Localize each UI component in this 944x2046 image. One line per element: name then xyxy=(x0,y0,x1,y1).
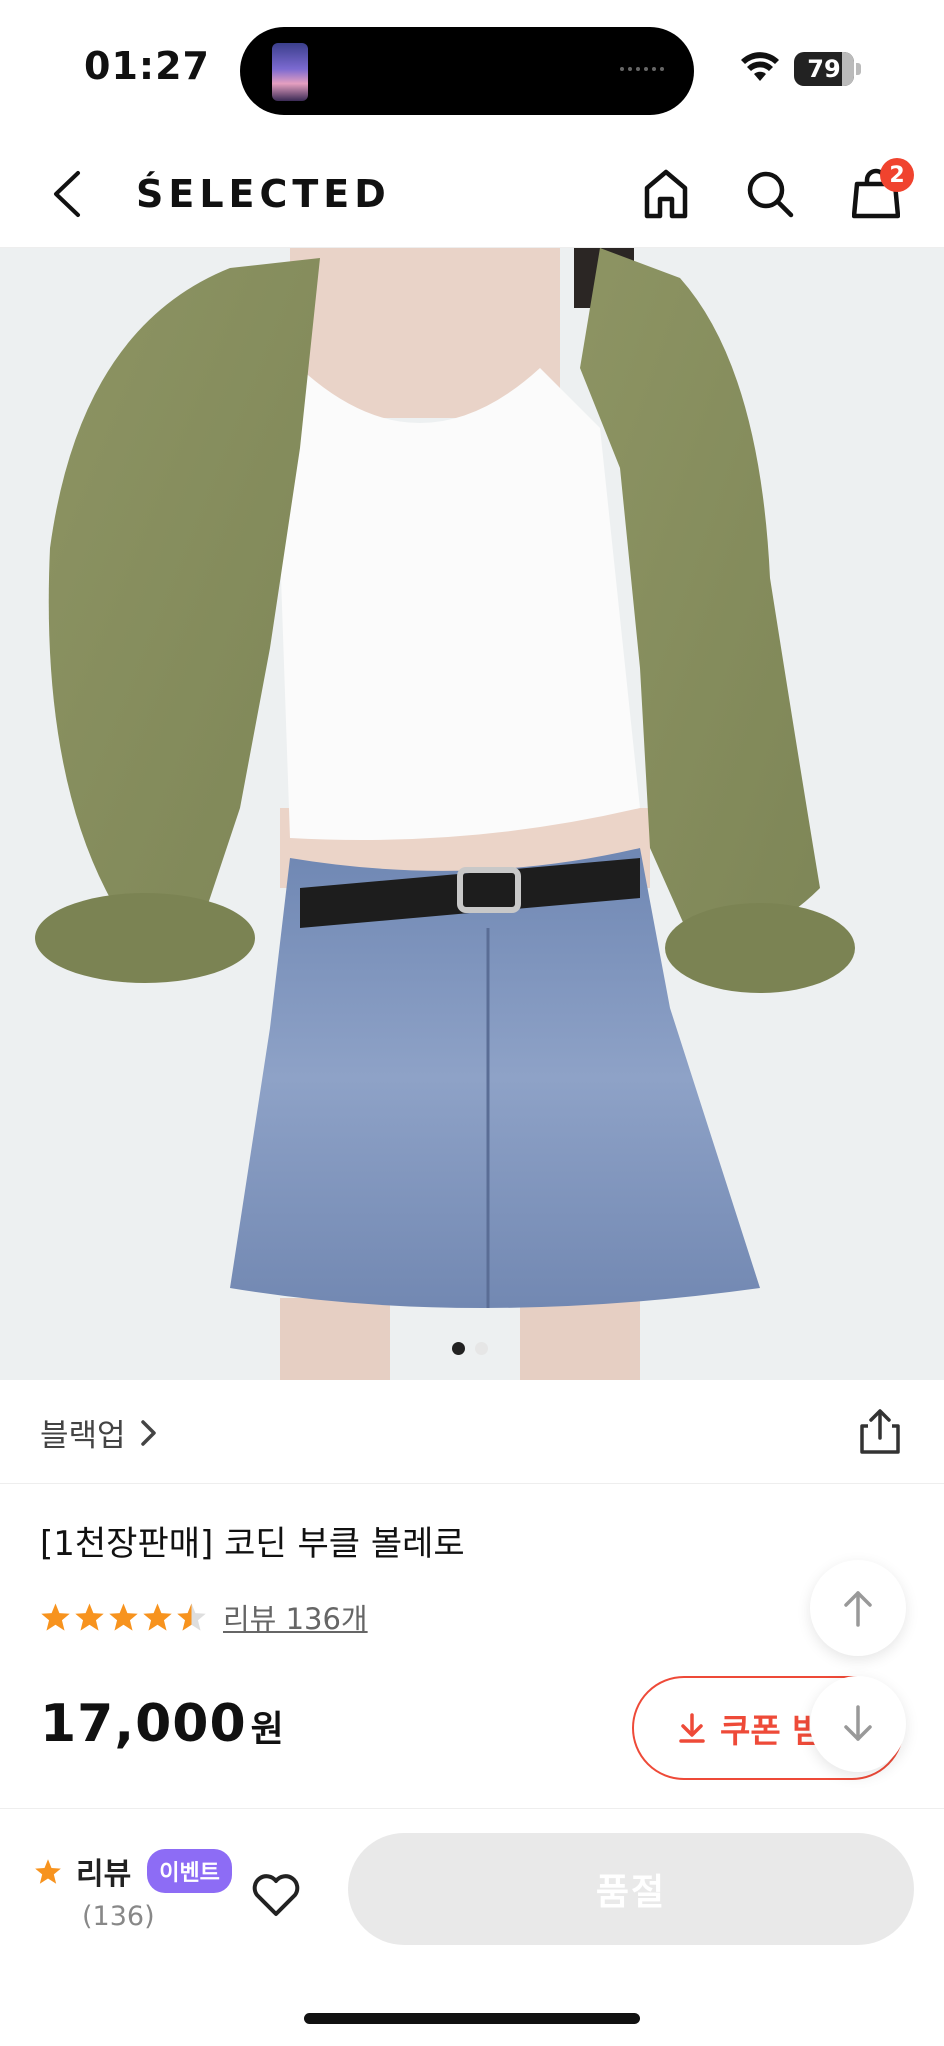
back-arrow-icon xyxy=(54,171,80,217)
star-icon xyxy=(75,1603,104,1631)
event-badge: 이벤트 xyxy=(147,1849,232,1893)
search-icon xyxy=(747,171,794,218)
carousel-indicator xyxy=(452,1342,488,1355)
now-playing-thumbnail xyxy=(272,43,308,101)
audio-waveform-icon xyxy=(620,67,670,73)
top-navigation: ŚELECTED xyxy=(0,140,944,248)
heart-icon xyxy=(252,1874,300,1916)
brand-row: 블랙업 xyxy=(0,1380,944,1484)
scroll-to-bottom-button[interactable] xyxy=(810,1676,906,1772)
wifi-icon xyxy=(741,52,779,81)
review-summary[interactable]: 리뷰 이벤트 xyxy=(34,1849,232,1893)
back-button[interactable] xyxy=(40,164,94,224)
share-icon xyxy=(860,1409,900,1454)
brand-logo[interactable]: ŚELECTED xyxy=(136,172,391,216)
arrow-down-icon xyxy=(844,1705,872,1741)
product-image[interactable] xyxy=(0,248,944,1380)
arrow-up-icon xyxy=(844,1591,872,1627)
wishlist-button[interactable] xyxy=(246,1865,306,1925)
review-link[interactable]: 리뷰 136개 xyxy=(223,1596,368,1638)
status-bar: 01:27 79 xyxy=(0,0,944,140)
brand-link[interactable]: 블랙업 xyxy=(40,1410,158,1455)
price-unit: 원 xyxy=(250,1709,284,1750)
cart-count-badge: 2 xyxy=(880,158,914,192)
star-icon xyxy=(35,1858,61,1884)
carousel-dot[interactable] xyxy=(475,1342,488,1355)
carousel-dot[interactable] xyxy=(452,1342,465,1355)
review-label: 리뷰 xyxy=(76,1857,132,1892)
status-time: 01:27 xyxy=(84,44,210,88)
product-name: [1천장판매] 코딘 부클 볼레로 xyxy=(40,1524,465,1564)
home-button[interactable] xyxy=(636,164,696,224)
search-button[interactable] xyxy=(740,164,800,224)
product-photo xyxy=(0,248,944,1380)
home-icon xyxy=(644,169,688,219)
coupon-label: 쿠폰 받 xyxy=(720,1711,823,1750)
star-icon xyxy=(41,1603,70,1631)
rating-row: 리뷰 136개 xyxy=(40,1596,368,1638)
sold-out-button[interactable]: 품절 xyxy=(348,1833,914,1945)
home-indicator xyxy=(304,2013,640,2024)
star-icon xyxy=(143,1603,172,1631)
brand-name: 블랙업 xyxy=(40,1418,126,1454)
star-icon xyxy=(109,1603,138,1631)
price-value: 17,000 xyxy=(40,1694,247,1754)
bottom-action-bar: 리뷰 이벤트 (136) 품절 xyxy=(0,1808,944,2046)
battery-indicator: 79 xyxy=(794,52,854,86)
price-row: 17,000 원 xyxy=(40,1694,284,1754)
review-count: (136) xyxy=(82,1901,155,1932)
battery-level: 79 xyxy=(807,55,841,83)
dynamic-island xyxy=(240,27,694,115)
chevron-right-icon xyxy=(140,1419,156,1446)
share-button[interactable] xyxy=(852,1404,908,1460)
star-rating xyxy=(40,1602,207,1632)
download-arrow-icon xyxy=(679,1713,705,1743)
scroll-to-top-button[interactable] xyxy=(810,1560,906,1656)
half-star-icon xyxy=(177,1603,206,1631)
